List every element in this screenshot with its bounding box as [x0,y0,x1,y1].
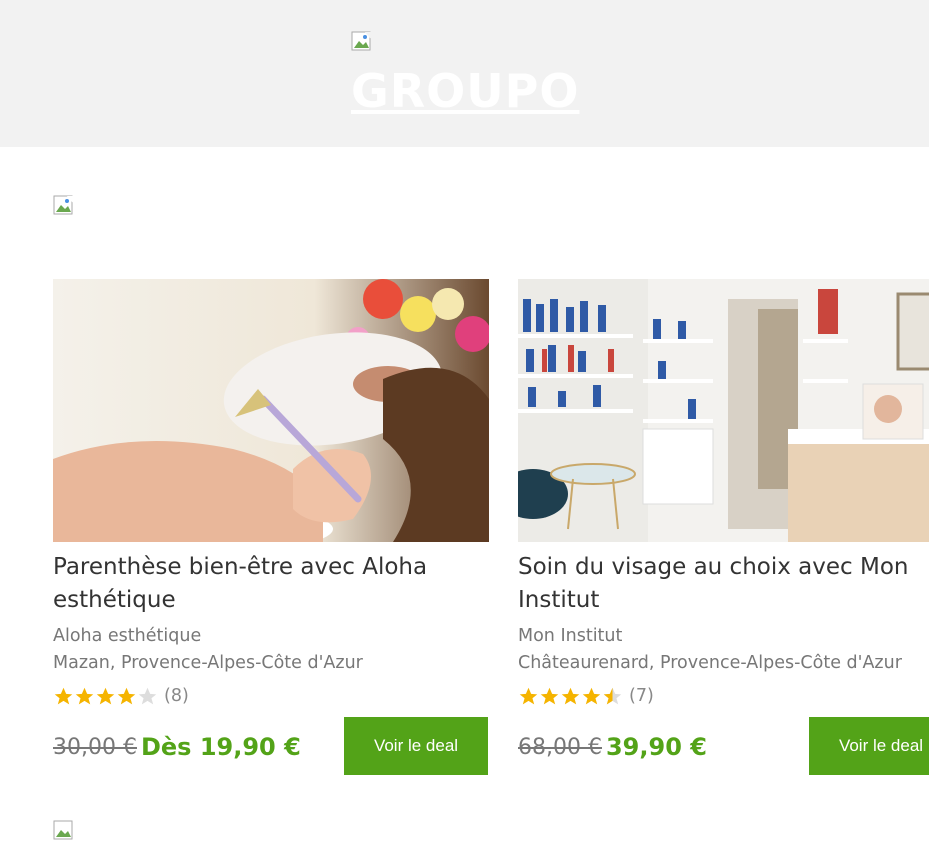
star-icon [582,687,601,704]
rating: (8) [53,682,189,710]
star-icon [519,687,538,704]
deal-price: 39,90 € [605,733,707,761]
groupon-logo-link[interactable]: GROUPO [351,64,579,118]
merchant-name: Aloha esthétique [53,626,202,646]
deal-location: Mazan, Provence-Alpes-Côte d'Azur [53,653,363,673]
deal-price: Dès 19,90 € [140,733,301,761]
deal-photo-facial-mask[interactable] [53,279,489,542]
rating-count: (8) [164,686,189,706]
banner-image [53,195,75,217]
deal-photo-institute-interior[interactable] [518,279,929,542]
original-price: 30,00 € [53,734,137,760]
star-icon [54,687,73,704]
star-icon [561,687,580,704]
original-price: 68,00 € [518,734,602,760]
rating-count: (7) [629,686,654,706]
deal-card[interactable]: Soin du visage au choix avec Mon Institu… [518,279,929,779]
view-deal-button[interactable]: Voir le deal [344,717,488,775]
broken-image-icon [53,820,75,842]
star-rating [53,686,158,707]
star-half-icon [603,687,622,704]
star-icon [96,687,115,704]
star-rating [518,686,623,707]
star-icon [117,687,136,704]
view-deal-button[interactable]: Voir le deal [809,717,929,775]
merchant-name: Mon Institut [518,626,623,646]
email-header: GROUPO [0,0,929,147]
price-row: 68,00 € 39,90 € [518,727,707,767]
broken-image-icon [351,31,373,53]
deal-title[interactable]: Parenthèse bien-être avec Aloha esthétiq… [53,551,489,617]
rating: (7) [518,682,654,710]
deal-title[interactable]: Soin du visage au choix avec Mon Institu… [518,551,929,617]
star-icon [540,687,559,704]
price-row: 30,00 € Dès 19,90 € [53,727,301,767]
deal-location: Châteaurenard, Provence-Alpes-Côte d'Azu… [518,653,902,673]
star-icon [75,687,94,704]
star-empty-icon [138,687,157,704]
